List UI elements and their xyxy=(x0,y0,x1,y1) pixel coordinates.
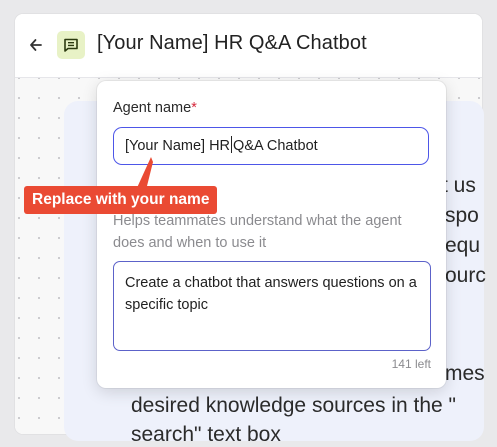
background-text: equ xyxy=(445,234,481,257)
background-text: ourc xyxy=(445,264,486,287)
background-text: spo xyxy=(445,204,479,227)
background-text: mes xyxy=(445,362,485,385)
back-arrow-icon[interactable] xyxy=(28,35,44,55)
agent-name-label: Agent name* xyxy=(113,100,197,116)
background-text: desired knowledge sources in the " xyxy=(131,394,456,417)
description-helper-text: Helps teammates understand what the agen… xyxy=(113,213,402,251)
replace-name-callout: Replace with your name xyxy=(24,186,218,214)
description-textarea[interactable]: Create a chatbot that answers questions … xyxy=(113,261,431,351)
text-caret xyxy=(231,136,233,153)
callout-pointer xyxy=(136,157,153,190)
agent-name-value-after-caret: Q&A Chatbot xyxy=(233,138,318,154)
page-title: [Your Name] HR Q&A Chatbot xyxy=(97,32,367,54)
agent-name-input[interactable]: [Your Name] HR Q&A Chatbot xyxy=(113,127,429,165)
header-bar: [Your Name] HR Q&A Chatbot xyxy=(15,14,482,78)
agent-name-label-text: Agent name xyxy=(113,100,192,116)
background-text: t us xyxy=(442,174,476,197)
agent-name-popover: Agent name* [Your Name] HR Q&A Chatbot He… xyxy=(97,81,446,388)
chat-message-icon xyxy=(57,31,85,59)
char-counter: 141 left xyxy=(391,357,431,371)
required-mark: * xyxy=(191,100,197,116)
background-text: search" text box xyxy=(131,423,281,446)
